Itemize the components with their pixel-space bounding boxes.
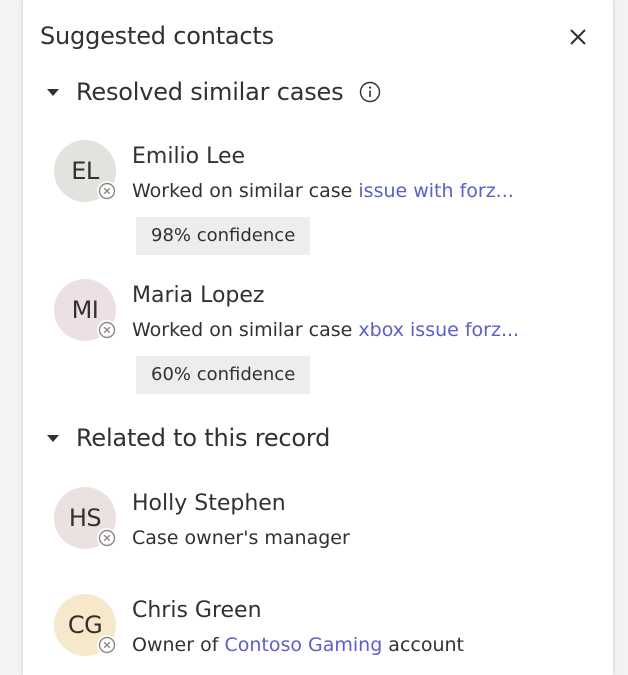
- description-text: Worked on similar case: [132, 319, 359, 341]
- case-link[interactable]: xbox issue forz...: [358, 319, 519, 341]
- account-link[interactable]: Contoso Gaming: [224, 634, 382, 656]
- presence-offline-icon: [97, 635, 117, 655]
- caret-down-icon: [47, 434, 59, 442]
- contact-name[interactable]: Chris Green: [132, 598, 262, 623]
- section-related-to-this-record[interactable]: Related to this record: [47, 424, 330, 452]
- description-text: Worked on similar case: [132, 180, 359, 202]
- section-resolved-similar-cases[interactable]: Resolved similar cases: [47, 78, 381, 106]
- section-label: Resolved similar cases: [76, 78, 344, 106]
- contact-description: Case owner's manager: [132, 527, 350, 549]
- presence-offline-icon: [97, 320, 117, 340]
- contact-description: Worked on similar case xbox issue forz..…: [132, 319, 519, 341]
- contact-name[interactable]: Emilio Lee: [132, 144, 245, 169]
- description-text: Owner of: [132, 634, 225, 656]
- panel-title: Suggested contacts: [40, 22, 274, 50]
- presence-offline-icon: [97, 181, 117, 201]
- presence-offline-icon: [97, 528, 117, 548]
- contact-description: Worked on similar case issue with forz..…: [132, 180, 514, 202]
- contact-name[interactable]: Holly Stephen: [132, 491, 286, 516]
- contact-name[interactable]: Maria Lopez: [132, 283, 264, 308]
- confidence-badge: 60% confidence: [136, 356, 311, 394]
- section-label: Related to this record: [76, 424, 331, 452]
- contact-description: Owner of Contoso Gaming account: [132, 634, 464, 656]
- caret-down-icon: [47, 88, 59, 96]
- description-suffix: account: [382, 634, 464, 656]
- close-icon[interactable]: [564, 23, 592, 51]
- confidence-badge: 98% confidence: [136, 217, 311, 255]
- suggested-contacts-panel: Suggested contacts Resolved similar case…: [23, 0, 613, 675]
- info-icon[interactable]: [359, 81, 381, 103]
- case-link[interactable]: issue with forz...: [358, 180, 513, 202]
